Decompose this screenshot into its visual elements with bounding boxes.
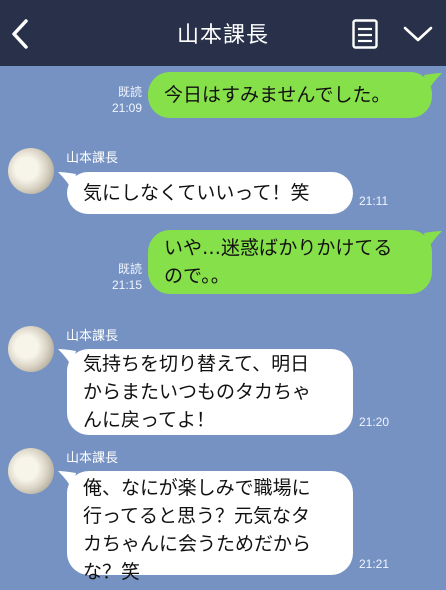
message-time: 21:20 xyxy=(359,415,390,429)
bubble-tail xyxy=(58,172,76,190)
sent-message-bubble[interactable]: いや…迷惑ばかりかけてる ので。。 xyxy=(148,230,432,294)
received-message-bubble[interactable]: 気持ちを切り替えて、明日 からまたいつものタカちゃ んに戻ってよ！ xyxy=(67,349,353,435)
chat-header: 山本課長 xyxy=(0,0,446,66)
message-meta: 既読 21:15 xyxy=(100,261,142,293)
sender-name: 山本課長 xyxy=(66,151,119,166)
bubble-tail xyxy=(58,471,76,489)
sender-name: 山本課長 xyxy=(66,329,119,344)
message-time: 21:11 xyxy=(359,194,389,208)
message-time: 21:09 xyxy=(111,101,142,115)
avatar[interactable] xyxy=(8,326,54,372)
read-receipt: 既読 xyxy=(117,262,142,276)
message-meta: 既読 21:09 xyxy=(100,84,142,116)
chevron-down-icon xyxy=(403,26,433,42)
note-list-icon xyxy=(352,19,378,49)
avatar[interactable] xyxy=(8,148,54,194)
read-receipt: 既読 xyxy=(117,85,142,99)
more-options-button[interactable] xyxy=(402,24,434,44)
bubble-tail xyxy=(424,231,442,249)
message-time: 21:15 xyxy=(111,278,142,292)
sender-name: 山本課長 xyxy=(66,451,119,466)
chat-title: 山本課長 xyxy=(176,23,269,48)
message-time: 21:21 xyxy=(359,557,390,571)
received-message-bubble[interactable]: 俺、なにが楽しみで職場に 行ってると思う？元気なタ カちゃんに会うためだから な… xyxy=(67,471,353,583)
avatar[interactable] xyxy=(8,448,54,494)
sent-message-bubble[interactable]: 今日はすみませんでした。 xyxy=(148,72,432,118)
bubble-tail xyxy=(58,349,76,367)
notes-button[interactable] xyxy=(352,19,378,49)
received-message-bubble[interactable]: 気にしなくていいって！笑 xyxy=(67,172,353,214)
bubble-tail xyxy=(424,73,442,91)
